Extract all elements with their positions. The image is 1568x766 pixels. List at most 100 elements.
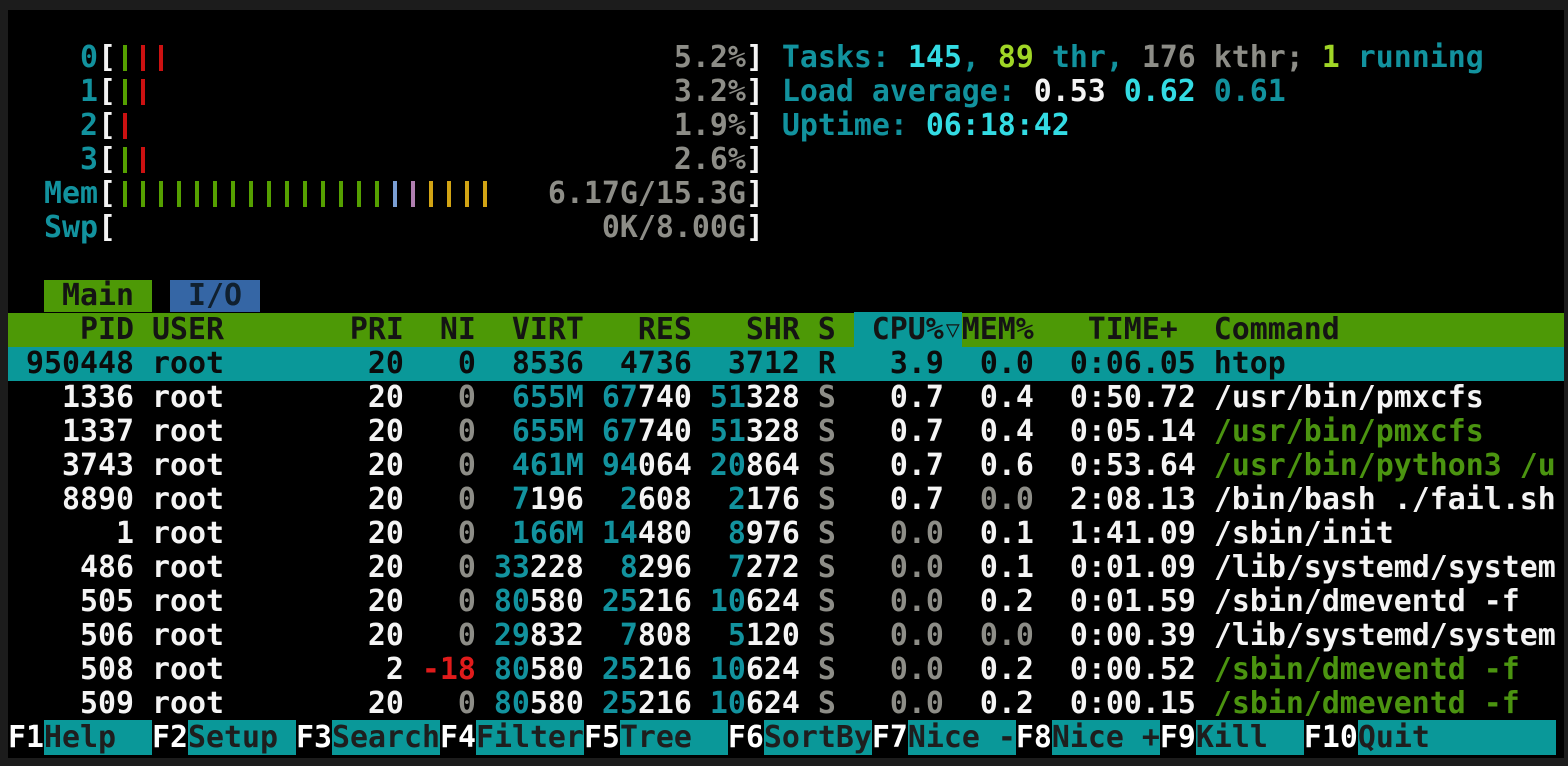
meter-tick	[303, 181, 307, 207]
text-segment: thr,	[1034, 40, 1142, 75]
text-segment	[584, 414, 602, 449]
text-segment: 196	[530, 482, 584, 517]
text-segment: 2.6%	[674, 142, 746, 177]
process-row-508[interactable]: 508 root 2 -18 80580 25216 10624 S 0.0 0…	[8, 653, 1564, 687]
text-segment: 2	[620, 482, 638, 517]
process-row-1336[interactable]: 1336 root 20 0 655M 67740 51328 S 0.7 0.…	[8, 381, 1564, 415]
text-segment: 20	[332, 550, 404, 585]
text-segment: S	[800, 584, 836, 619]
text-segment: 2	[8, 108, 98, 143]
text-segment: /bin/bash ./fail.sh	[1196, 482, 1556, 517]
process-row-505[interactable]: 505 root 20 0 80580 25216 10624 S 0.0 0.…	[8, 585, 1564, 619]
text-segment	[476, 346, 512, 381]
text-segment: /lib/systemd/system	[1196, 550, 1556, 585]
text-segment: 0.4	[962, 414, 1034, 449]
text-segment: S	[800, 686, 836, 721]
text-segment	[764, 40, 782, 75]
meter-tick	[141, 181, 145, 207]
text-segment: 580	[530, 584, 584, 619]
text-segment: 0:53.64	[1034, 448, 1196, 483]
meter-tick	[177, 181, 181, 207]
text-segment: 120	[746, 618, 800, 653]
text-segment: 1	[8, 516, 152, 551]
process-table-header[interactable]: PID USER PRI NI VIRT RES SHR S CPU%▽MEM%…	[8, 313, 1564, 347]
fn-key-label: F3	[296, 720, 332, 755]
text-segment: ]	[746, 40, 764, 75]
text-segment: 296	[638, 550, 692, 585]
text-segment: [	[98, 40, 116, 75]
text-segment: 216	[638, 652, 692, 687]
text-segment: /usr/bin/python3 /u	[1196, 448, 1556, 483]
fn-f1-help-button[interactable]: F1Help	[8, 720, 152, 755]
text-segment	[476, 618, 494, 653]
text-segment: 10	[710, 686, 746, 721]
process-row-506[interactable]: 506 root 20 0 29832 7808 5120 S 0.0 0.0 …	[8, 619, 1564, 653]
text-segment: /sbin/dmeventd -f	[1196, 686, 1520, 721]
sort-column-cpu[interactable]: CPU%▽	[854, 312, 962, 347]
fn-f5-tree-button[interactable]: F5Tree	[584, 720, 728, 755]
text-segment: 580	[530, 686, 584, 721]
text-segment: 0.0	[962, 618, 1034, 653]
meter-tick	[465, 181, 469, 207]
text-segment: 624	[746, 686, 800, 721]
fn-key-label: F6	[728, 720, 764, 755]
text-segment	[692, 550, 728, 585]
text-segment: 808	[638, 618, 692, 653]
meter-tick	[159, 45, 163, 71]
fn-f10-quit-button[interactable]: F10Quit	[1304, 720, 1556, 755]
text-segment	[584, 618, 620, 653]
meter-tick	[123, 147, 127, 173]
text-segment: 0:01.59	[1034, 584, 1196, 619]
meter-tick	[447, 181, 451, 207]
fn-f7-nice--button[interactable]: F7Nice -	[872, 720, 1016, 755]
text-segment: 0:06.05	[1034, 346, 1196, 381]
text-segment	[584, 686, 602, 721]
text-segment: 0	[404, 686, 476, 721]
text-segment: 94	[602, 448, 638, 483]
text-segment: 976	[746, 516, 800, 551]
text-segment: ,	[962, 40, 998, 75]
meter-tick	[213, 181, 217, 207]
process-row-3743[interactable]: 3743 root 20 0 461M 94064 20864 S 0.7 0.…	[8, 449, 1564, 483]
text-segment: 3	[8, 142, 98, 177]
text-segment: running	[1340, 40, 1484, 75]
text-segment: 580	[530, 652, 584, 687]
swap-meter: Swp[ 0K/8.00G]	[8, 211, 1564, 245]
tab-main[interactable]: Main	[44, 280, 152, 312]
fn-f2-setup-button[interactable]: F2Setup	[152, 720, 296, 755]
meter-tick	[141, 79, 145, 105]
text-segment: 20	[332, 346, 404, 381]
tab-io[interactable]: I/O	[170, 280, 260, 312]
text-segment	[476, 516, 512, 551]
text-segment: 0.62	[1124, 74, 1214, 109]
fn-f4-filter-button[interactable]: F4Filter	[440, 720, 584, 755]
text-segment: 2:08.13	[1034, 482, 1196, 517]
text-segment	[116, 210, 602, 245]
fn-f3-search-button[interactable]: F3Search	[296, 720, 440, 755]
text-segment: /sbin/dmeventd -f	[1196, 584, 1520, 619]
text-segment: 0	[404, 482, 476, 517]
text-segment: Swp	[8, 210, 98, 245]
process-row-509[interactable]: 509 root 20 0 80580 25216 10624 S 0.0 0.…	[8, 687, 1564, 721]
fn-action-label: Tree	[620, 720, 728, 755]
sort-descending-icon: ▽	[944, 313, 962, 347]
meter-tick	[195, 181, 199, 207]
text-segment	[476, 584, 494, 619]
text-segment: 5	[728, 618, 746, 653]
process-row-1[interactable]: 1 root 20 0 166M 14480 8976 S 0.0 0.1 1:…	[8, 517, 1564, 551]
text-segment: ]	[746, 108, 764, 143]
text-segment: 0.7	[836, 380, 944, 415]
text-segment	[692, 414, 710, 449]
fn-f9-kill-button[interactable]: F9Kill	[1160, 720, 1304, 755]
process-row-8890[interactable]: 8890 root 20 0 7196 2608 2176 S 0.7 0.0 …	[8, 483, 1564, 517]
process-row-1337[interactable]: 1337 root 20 0 655M 67740 51328 S 0.7 0.…	[8, 415, 1564, 449]
text-segment: root	[152, 652, 332, 687]
process-row-486[interactable]: 486 root 20 0 33228 8296 7272 S 0.0 0.1 …	[8, 551, 1564, 585]
fn-f6-sortby-button[interactable]: F6SortBy	[728, 720, 872, 755]
text-segment: 3.9	[836, 346, 944, 381]
text-segment: 0:50.72	[1034, 380, 1196, 415]
process-row-950448[interactable]: 950448 root 20 0 8536 4736 3712 R 3.9 0.…	[8, 347, 1564, 381]
fn-f8-nice--button[interactable]: F8Nice +	[1016, 720, 1160, 755]
text-segment: 0.61	[1214, 74, 1286, 109]
text-segment: 0.0	[836, 584, 944, 619]
